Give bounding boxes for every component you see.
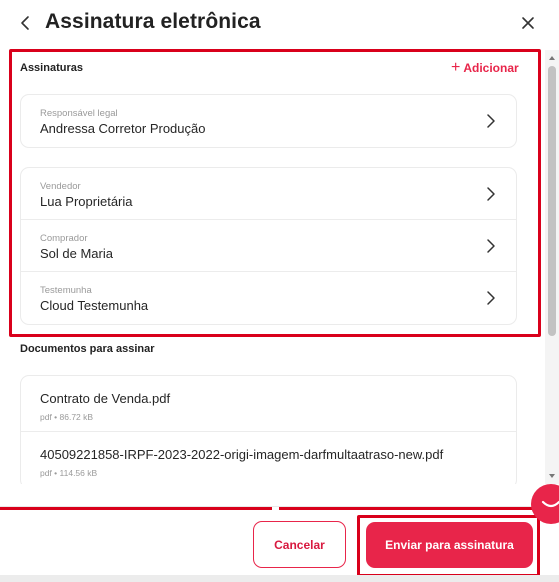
- add-signer-button[interactable]: + Adicionar: [451, 59, 519, 76]
- close-button[interactable]: [518, 13, 538, 33]
- signer-row[interactable]: Testemunha Cloud Testemunha: [21, 272, 516, 324]
- chat-icon: [541, 500, 559, 508]
- legal-responsible-card: Responsável legal Andressa Corretor Prod…: [20, 94, 517, 148]
- signer-role: Vendedor: [40, 181, 81, 192]
- scrollbar-thumb[interactable]: [548, 66, 556, 336]
- signer-role: Testemunha: [40, 285, 92, 296]
- document-meta: pdf • 114.56 kB: [40, 468, 98, 478]
- chevron-right-icon: [487, 114, 495, 128]
- signer-name: Andressa Corretor Produção: [40, 121, 206, 136]
- signer-name: Cloud Testemunha: [40, 298, 149, 313]
- signer-name: Lua Proprietária: [40, 194, 133, 209]
- page-title: Assinatura eletrônica: [45, 10, 261, 33]
- vertical-scrollbar[interactable]: [545, 50, 559, 484]
- scroll-down-icon[interactable]: [545, 472, 559, 480]
- document-meta: pdf • 86.72 kB: [40, 412, 94, 422]
- documents-section-title: Documentos para assinar: [20, 343, 155, 355]
- documents-card: Contrato de Venda.pdf pdf • 86.72 kB 405…: [20, 375, 517, 484]
- signer-row[interactable]: Comprador Sol de Maria: [21, 220, 516, 272]
- footer-highlight-line: [0, 507, 272, 510]
- cancel-button[interactable]: Cancelar: [253, 521, 346, 568]
- signatures-section-title: Assinaturas: [20, 62, 83, 74]
- signers-card: Vendedor Lua Proprietária Comprador Sol …: [20, 167, 517, 325]
- modal-header: Assinatura eletrônica: [0, 0, 559, 46]
- signer-role: Comprador: [40, 233, 88, 244]
- document-name: 40509221858-IRPF-2023-2022-origi-imagem-…: [40, 447, 444, 462]
- send-for-signature-button[interactable]: Enviar para assinatura: [366, 522, 533, 568]
- signer-row[interactable]: Responsável legal Andressa Corretor Prod…: [21, 95, 516, 147]
- document-name: Contrato de Venda.pdf: [40, 391, 171, 406]
- modal-content: Assinaturas + Adicionar Responsável lega…: [0, 46, 559, 484]
- footer-highlight-line: [279, 507, 559, 510]
- document-row[interactable]: 40509221858-IRPF-2023-2022-origi-imagem-…: [21, 432, 516, 484]
- add-signer-label: Adicionar: [463, 61, 519, 75]
- chevron-right-icon: [487, 239, 495, 253]
- modal-footer: Cancelar Enviar para assinatura: [0, 507, 559, 577]
- signer-row[interactable]: Vendedor Lua Proprietária: [21, 168, 516, 220]
- document-row[interactable]: Contrato de Venda.pdf pdf • 86.72 kB: [21, 376, 516, 432]
- scroll-up-icon[interactable]: [545, 54, 559, 62]
- chevron-right-icon: [487, 187, 495, 201]
- close-icon: [522, 17, 534, 29]
- signer-name: Sol de Maria: [40, 246, 113, 261]
- chevron-right-icon: [487, 291, 495, 305]
- bottom-strip: [0, 575, 559, 582]
- chevron-left-icon: [21, 16, 29, 30]
- signer-role: Responsável legal: [40, 108, 118, 119]
- back-button[interactable]: [16, 12, 36, 34]
- plus-icon: +: [451, 59, 461, 76]
